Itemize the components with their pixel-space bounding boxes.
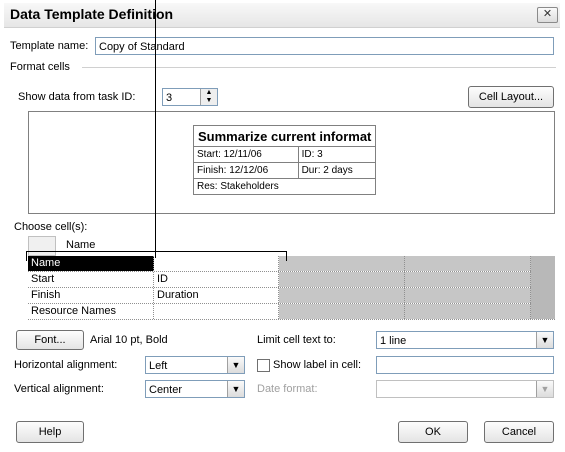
- callout-bracket-right: [286, 251, 287, 261]
- column-header-name: Name: [66, 239, 96, 251]
- show-label-checkbox[interactable]: [257, 359, 270, 372]
- group-divider: [82, 67, 556, 68]
- cell-selected[interactable]: Name: [28, 256, 154, 271]
- chevron-down-icon[interactable]: ▼: [536, 332, 553, 348]
- ok-button[interactable]: OK: [398, 421, 468, 443]
- cells-grid-header: Name: [28, 236, 555, 256]
- font-description: Arial 10 pt, Bold: [90, 334, 168, 346]
- chevron-down-icon: ▼: [536, 381, 553, 397]
- task-id-spinner[interactable]: 3 ▲ ▼: [162, 88, 218, 106]
- date-format-label: Date format:: [257, 383, 318, 395]
- preview-title: Summarize current informat: [192, 125, 377, 147]
- horizontal-alignment-label: Horizontal alignment:: [14, 359, 118, 371]
- grid-row[interactable]: Start ID: [28, 272, 555, 288]
- limit-text-label: Limit cell text to:: [257, 334, 336, 346]
- grid-cell[interactable]: [279, 272, 405, 287]
- font-button[interactable]: Font...: [16, 330, 84, 350]
- grid-row[interactable]: Resource Names: [28, 304, 555, 320]
- task-id-value: 3: [166, 92, 173, 104]
- vertical-alignment-select[interactable]: Center ▼: [145, 380, 245, 398]
- callout-bracket: [26, 251, 287, 252]
- grid-cell[interactable]: Duration: [154, 288, 279, 303]
- grid-cell[interactable]: [405, 288, 531, 303]
- grid-cell[interactable]: Finish: [28, 288, 154, 303]
- cell-layout-button[interactable]: Cell Layout...: [468, 86, 554, 108]
- template-name-field[interactable]: Copy of Standard: [95, 37, 554, 55]
- callout-line: [155, 0, 156, 258]
- close-icon[interactable]: ✕: [537, 7, 558, 23]
- callout-bracket-left: [26, 251, 27, 261]
- grid-cell[interactable]: [279, 256, 405, 271]
- grid-row[interactable]: Name: [28, 256, 555, 272]
- grid-cell[interactable]: [279, 304, 405, 319]
- spinner-arrows-icon[interactable]: ▲ ▼: [200, 89, 217, 105]
- horizontal-alignment-value: Left: [149, 360, 168, 372]
- chevron-down-icon[interactable]: ▼: [227, 381, 244, 397]
- grid-cell[interactable]: Start: [28, 272, 154, 287]
- grid-cell[interactable]: [154, 304, 279, 319]
- grid-corner: [28, 236, 56, 256]
- limit-text-select[interactable]: 1 line ▼: [376, 331, 554, 349]
- preview-duration: Dur: 2 days: [297, 162, 377, 179]
- grid-filler: [531, 256, 555, 319]
- vertical-alignment-label: Vertical alignment:: [14, 383, 104, 395]
- limit-text-value: 1 line: [380, 335, 407, 347]
- preview-start: Start: 12/11/06: [193, 146, 299, 163]
- preview-card: Summarize current informat Start: 12/11/…: [192, 125, 377, 195]
- grid-cell[interactable]: [154, 256, 279, 271]
- chevron-down-icon[interactable]: ▼: [227, 357, 244, 373]
- grid-row[interactable]: Finish Duration: [28, 288, 555, 304]
- help-button[interactable]: Help: [16, 421, 84, 443]
- show-data-label: Show data from task ID:: [18, 91, 136, 103]
- cancel-button[interactable]: Cancel: [484, 421, 554, 443]
- template-preview: Summarize current informat Start: 12/11/…: [28, 111, 555, 214]
- format-cells-group-label: Format cells: [10, 61, 70, 73]
- preview-id: ID: 3: [297, 146, 377, 163]
- grid-cell[interactable]: [279, 288, 405, 303]
- grid-cell[interactable]: ID: [154, 272, 279, 287]
- choose-cells-label: Choose cell(s):: [14, 221, 88, 233]
- grid-cell[interactable]: [405, 272, 531, 287]
- window-title: Data Template Definition: [10, 6, 174, 22]
- show-label-field[interactable]: [376, 356, 554, 374]
- grid-cell[interactable]: [405, 304, 531, 319]
- grid-cell[interactable]: Resource Names: [28, 304, 154, 319]
- preview-finish: Finish: 12/12/06: [193, 162, 299, 179]
- show-label-label: Show label in cell:: [273, 359, 362, 371]
- template-name-label: Template name:: [10, 40, 89, 52]
- vertical-alignment-value: Center: [149, 384, 183, 396]
- horizontal-alignment-select[interactable]: Left ▼: [145, 356, 245, 374]
- preview-resources: Res: Stakeholders: [192, 178, 377, 195]
- date-format-select: ▼: [376, 380, 554, 398]
- grid-cell[interactable]: [405, 256, 531, 271]
